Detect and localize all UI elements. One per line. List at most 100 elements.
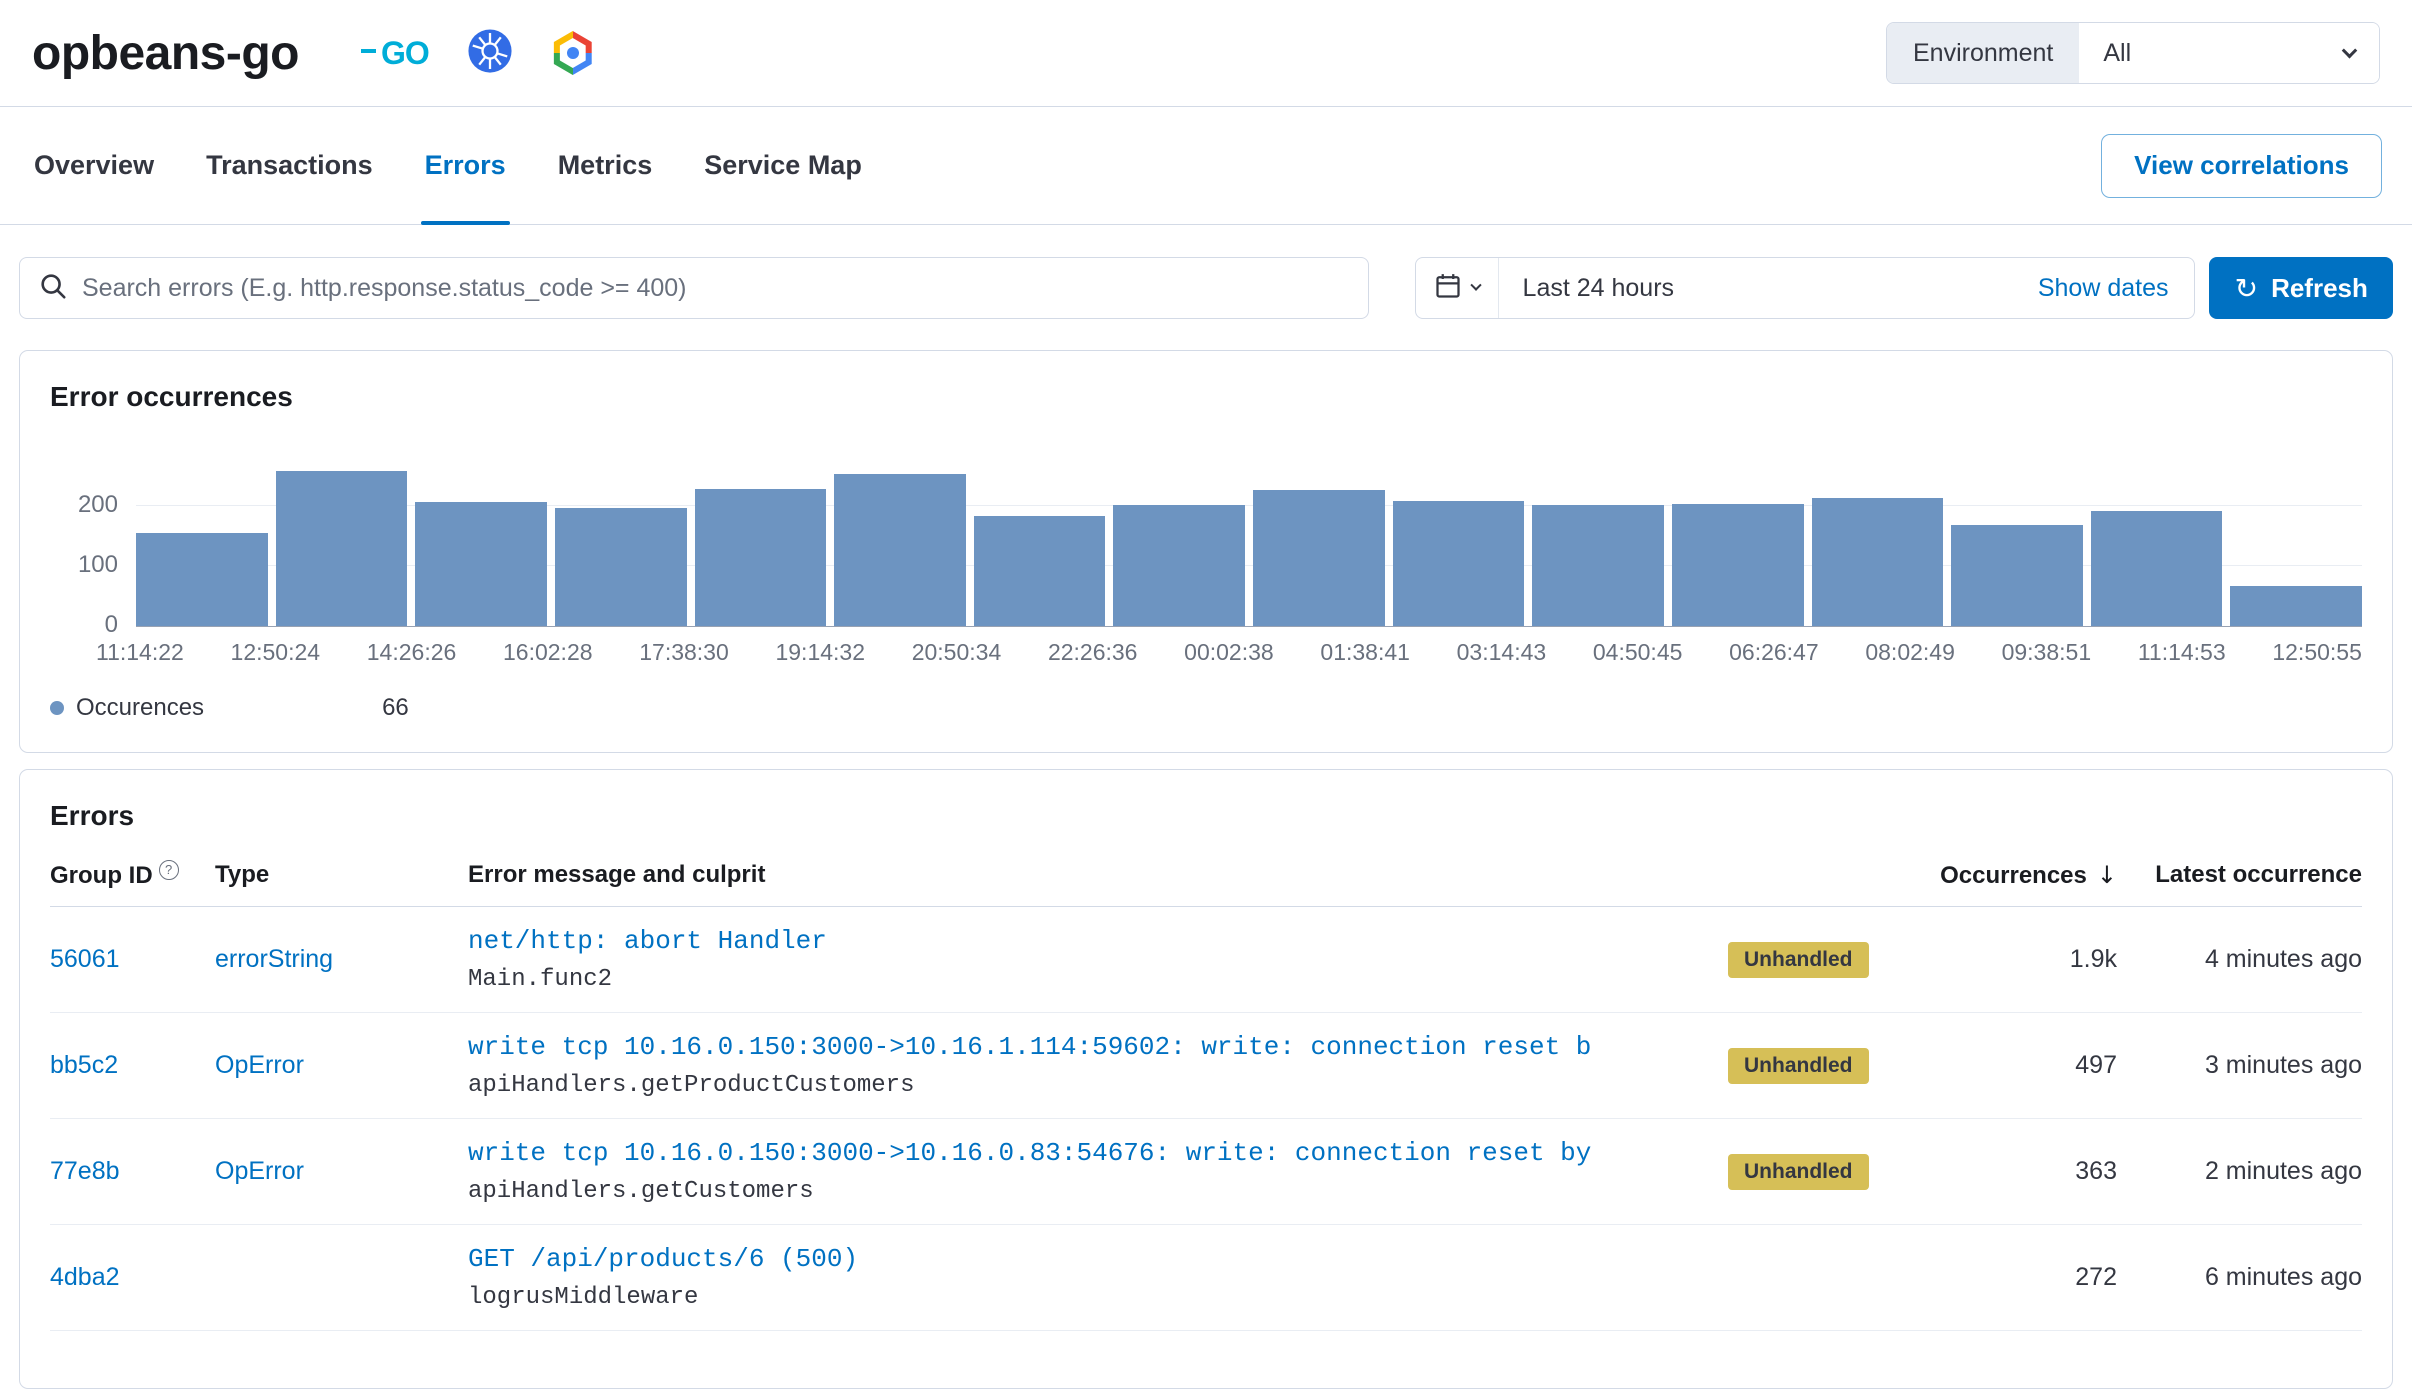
date-picker: Last 24 hours Show dates (1415, 257, 2196, 319)
error-type-link[interactable]: errorString (215, 945, 333, 973)
chart-x-axis: 11:14:22 12:50:24 14:26:26 16:02:28 17:38:30… (96, 639, 2362, 666)
sort-descending-icon: ↓ (2097, 861, 2117, 889)
chevron-down-icon (2342, 42, 2358, 58)
search-errors-input[interactable] (82, 274, 1350, 303)
occurrence-bar[interactable] (1253, 490, 1385, 626)
x-tick-label: 11:14:22 (96, 639, 184, 666)
error-type-link[interactable]: OpError (215, 1051, 304, 1079)
occurrence-bar[interactable] (415, 502, 547, 626)
column-header-message: Error message and culprit (468, 861, 1702, 889)
legend-series-label: Occurences (76, 694, 204, 722)
environment-label: Environment (1887, 23, 2079, 83)
occurrences-value: 272 (1922, 1263, 2117, 1292)
unhandled-badge: Unhandled (1728, 1154, 1869, 1190)
error-group-link[interactable]: 56061 (50, 945, 120, 973)
x-tick-label: 00:02:38 (1184, 639, 1274, 666)
column-header-type: Type (215, 861, 468, 889)
occurrence-bar[interactable] (695, 489, 827, 626)
occurrence-bar[interactable] (1812, 498, 1944, 626)
occurrence-bar[interactable] (1393, 501, 1525, 626)
x-tick-label: 09:38:51 (2002, 639, 2092, 666)
tab-overview[interactable]: Overview (30, 107, 158, 224)
y-tick-label: 100 (78, 551, 118, 579)
x-tick-label: 17:38:30 (639, 639, 729, 666)
x-tick-label: 19:14:32 (775, 639, 865, 666)
error-message-link[interactable]: write tcp 10.16.0.150:3000->10.16.0.83:5… (468, 1138, 1682, 1168)
x-tick-label: 20:50:34 (912, 639, 1002, 666)
app-header: opbeans-go GO En (0, 0, 2412, 107)
environment-value[interactable]: All (2079, 23, 2379, 83)
chart-y-axis: 0100200 (50, 447, 136, 627)
refresh-icon: ↻ (2235, 272, 2258, 305)
tab-metrics[interactable]: Metrics (554, 107, 657, 224)
x-tick-label: 03:14:43 (1457, 639, 1547, 666)
error-type-link[interactable]: OpError (215, 1157, 304, 1185)
error-message-link[interactable]: GET /api/products/6 (500) (468, 1244, 1682, 1274)
x-tick-label: 22:26:36 (1048, 639, 1138, 666)
tab-service-map[interactable]: Service Map (700, 107, 866, 224)
error-group-link[interactable]: bb5c2 (50, 1051, 118, 1079)
occurrences-value: 1.9k (1922, 945, 2117, 974)
occurrence-bar[interactable] (555, 508, 687, 626)
occurrence-bar[interactable] (1951, 525, 2083, 626)
occurrence-bar[interactable] (974, 516, 1106, 626)
bar-chart-plot (136, 447, 2362, 627)
errors-table-body: 56061 errorString net/http: abort Handle… (50, 907, 2362, 1331)
occurrence-bar[interactable] (136, 533, 268, 626)
error-occurrences-panel: Error occurrences 0100200 11:14:2212:50:… (19, 350, 2393, 753)
x-tick-label: 12:50:55 (2272, 639, 2362, 666)
view-correlations-button[interactable]: View correlations (2101, 134, 2382, 198)
x-tick-label: 04:50:45 (1593, 639, 1683, 666)
y-tick-label: 200 (78, 491, 118, 519)
column-header-latest-occurrence: Latest occurrence (2117, 861, 2362, 889)
column-header-occurrences[interactable]: Occurrences↓ (1922, 861, 2117, 890)
legend-series-value: 66 (382, 694, 409, 722)
error-message-link[interactable]: write tcp 10.16.0.150:3000->10.16.1.114:… (468, 1032, 1682, 1062)
search-box (19, 257, 1369, 319)
legend-series-dot (50, 701, 64, 715)
environment-select[interactable]: Environment All (1886, 22, 2380, 84)
environment-selected-option: All (2103, 39, 2131, 68)
x-tick-label: 14:26:26 (367, 639, 457, 666)
errors-panel-title: Errors (50, 800, 2362, 832)
latest-occurrence-value: 4 minutes ago (2117, 945, 2362, 974)
x-tick-label: 12:50:24 (231, 639, 321, 666)
error-culprit: apiHandlers.getProductCustomers (468, 1072, 1682, 1099)
column-header-group-id: Group ID? (50, 860, 215, 890)
calendar-icon (1434, 272, 1462, 305)
occurrences-value: 497 (1922, 1051, 2117, 1080)
chart-legend[interactable]: Occurences 66 (50, 694, 2362, 722)
tab-errors[interactable]: Errors (421, 107, 510, 224)
refresh-button[interactable]: ↻ Refresh (2209, 257, 2393, 319)
occurrence-bar[interactable] (1113, 505, 1245, 626)
occurrence-bar[interactable] (2091, 511, 2223, 626)
time-range-value[interactable]: Last 24 hours (1499, 274, 2038, 303)
error-group-link[interactable]: 4dba2 (50, 1263, 120, 1291)
x-tick-label: 08:02:49 (1865, 639, 1955, 666)
occurrence-bar[interactable] (834, 474, 966, 626)
tab-bar: Overview Transactions Errors Metrics Service… (30, 107, 866, 224)
occurrence-bar[interactable] (2230, 586, 2362, 626)
x-tick-label: 16:02:28 (503, 639, 593, 666)
error-group-link[interactable]: 77e8b (50, 1157, 120, 1185)
occurrence-bar[interactable] (1672, 504, 1804, 626)
unhandled-badge: Unhandled (1728, 1048, 1869, 1084)
occurrence-bar[interactable] (276, 471, 408, 626)
unhandled-badge: Unhandled (1728, 942, 1869, 978)
latest-occurrence-value: 6 minutes ago (2117, 1263, 2362, 1292)
occurrence-bar[interactable] (1532, 505, 1664, 626)
info-icon: ? (159, 860, 179, 880)
table-row: bb5c2 OpError write tcp 10.16.0.150:3000… (50, 1013, 2362, 1119)
error-culprit: apiHandlers.getCustomers (468, 1178, 1682, 1205)
occurrences-bar-chart: 0100200 11:14:2212:50:2414:26:2616:02:28… (50, 447, 2362, 722)
show-dates-link[interactable]: Show dates (2038, 274, 2195, 303)
quick-select-button[interactable] (1416, 258, 1499, 318)
chevron-down-icon (1470, 280, 1481, 291)
kubernetes-icon (467, 28, 513, 79)
x-tick-label: 11:14:53 (2138, 639, 2226, 666)
errors-table: Group ID? Type Error message and culprit… (50, 860, 2362, 1331)
tab-transactions[interactable]: Transactions (202, 107, 377, 224)
error-culprit: logrusMiddleware (468, 1284, 1682, 1311)
error-message-link[interactable]: net/http: abort Handler (468, 926, 1682, 956)
errors-table-header: Group ID? Type Error message and culprit… (50, 860, 2362, 907)
